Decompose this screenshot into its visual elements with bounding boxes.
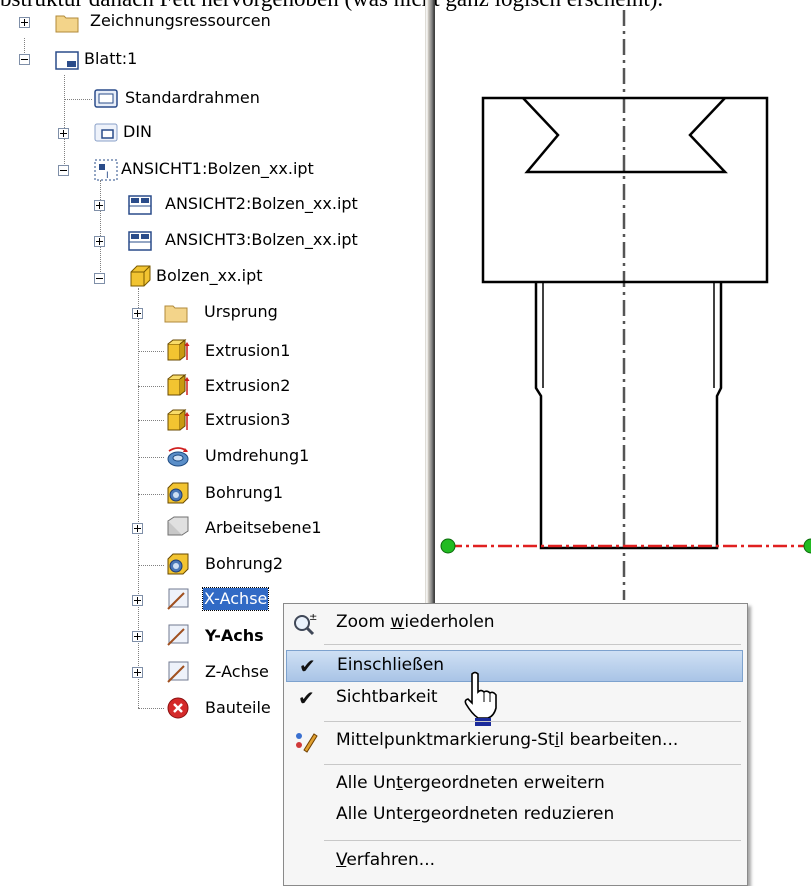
svg-text:I: I	[106, 171, 109, 181]
tree-item-label[interactable]: Extrusion3	[205, 409, 290, 431]
tree-item-label-selected[interactable]: X-Achse	[201, 587, 270, 611]
expand-toggle[interactable]	[19, 17, 30, 28]
hole-icon	[167, 482, 189, 504]
tree-item-label[interactable]: Bohrung2	[205, 553, 283, 575]
expand-toggle[interactable]	[94, 200, 105, 211]
extrusion-icon	[167, 408, 190, 431]
menu-item-zoom[interactable]: ± Zoom wiederholen	[286, 608, 743, 640]
axis-endpoint	[803, 538, 811, 554]
checkmark-icon: ✔	[298, 686, 315, 710]
folder-icon	[55, 15, 79, 33]
menu-item-mittelpunkt-stil[interactable]: Mittelpunktmarkierung-Stil bearbeiten...	[286, 726, 743, 758]
context-menu: ± Zoom wiederholen ✔ Einschließen ✔ Sich…	[283, 603, 748, 886]
work-axis-icon	[167, 624, 189, 646]
tree-item-label[interactable]: ANSICHT1:Bolzen_xx.ipt	[121, 158, 314, 180]
tree-item-label[interactable]: Standardrahmen	[125, 87, 260, 109]
tree-item-label[interactable]: ANSICHT2:Bolzen_xx.ipt	[165, 193, 358, 215]
tree-item-label[interactable]: ANSICHT3:Bolzen_xx.ipt	[165, 229, 358, 251]
expand-toggle[interactable]	[94, 236, 105, 247]
extrusion-icon	[167, 338, 190, 361]
projected-view-icon	[128, 195, 152, 215]
frame-icon	[94, 89, 118, 108]
expand-toggle[interactable]	[58, 128, 69, 139]
tree-item-label[interactable]: Blatt:1	[84, 48, 137, 70]
folder-icon	[164, 305, 188, 323]
revolve-icon	[167, 447, 189, 467]
title-block-icon	[94, 123, 118, 142]
tree-item-label[interactable]: Umdrehung1	[205, 445, 309, 467]
collapse-toggle[interactable]	[19, 54, 30, 65]
tree-item-label[interactable]: Bauteile	[205, 697, 271, 719]
menu-item-alle-erweitern[interactable]: Alle Untergeordneten erweitern	[286, 769, 743, 801]
bolt-shank-outline	[534, 282, 723, 550]
style-edit-icon	[296, 733, 318, 753]
collapse-toggle[interactable]	[58, 165, 69, 176]
view-icon: I	[94, 159, 118, 181]
extrusion-icon	[167, 373, 190, 396]
tree-item-label[interactable]: DIN	[123, 121, 152, 143]
svg-text:±: ±	[309, 612, 317, 623]
sheet-icon	[55, 51, 79, 70]
expand-toggle[interactable]	[132, 667, 143, 678]
work-axis-icon	[167, 588, 189, 610]
tree-item-label[interactable]: Ursprung	[204, 301, 278, 323]
zoom-icon: ±	[294, 612, 317, 636]
menu-item-einschliessen[interactable]: ✔ Einschließen	[286, 650, 743, 682]
tree-item-label[interactable]: Zeichnungsressourcen	[90, 10, 271, 32]
tree-item-label[interactable]: Extrusion2	[205, 375, 290, 397]
work-axis-icon	[167, 661, 189, 683]
tree-item-label[interactable]: Extrusion1	[205, 340, 290, 362]
work-plane-icon	[167, 516, 189, 536]
menu-item-sichtbarkeit[interactable]: ✔ Sichtbarkeit	[286, 683, 743, 715]
collapse-toggle[interactable]	[94, 273, 105, 284]
expand-toggle[interactable]	[132, 523, 143, 534]
hand-cursor-icon	[464, 671, 497, 726]
menu-item-alle-reduzieren[interactable]: Alle Untergeordneten reduzieren	[286, 800, 743, 832]
tree-item-label[interactable]: Arbeitsebene1	[205, 517, 322, 539]
part-icon	[130, 265, 151, 287]
expand-toggle[interactable]	[132, 595, 143, 606]
menu-item-verfahren[interactable]: Verfahren...	[286, 846, 743, 878]
tree-item-label[interactable]: Bolzen_xx.ipt	[156, 265, 263, 287]
expand-toggle[interactable]	[132, 631, 143, 642]
tree-item-label[interactable]: Z-Achse	[205, 661, 269, 683]
end-of-part-icon	[167, 697, 189, 719]
projected-view-icon	[128, 231, 152, 251]
expand-toggle[interactable]	[132, 308, 143, 319]
tree-item-label[interactable]: Y-Achs	[205, 625, 264, 647]
tree-item-label[interactable]: Bohrung1	[205, 482, 283, 504]
hole-icon	[167, 553, 189, 575]
axis-endpoint	[440, 538, 456, 554]
checkmark-icon: ✔	[299, 654, 316, 678]
